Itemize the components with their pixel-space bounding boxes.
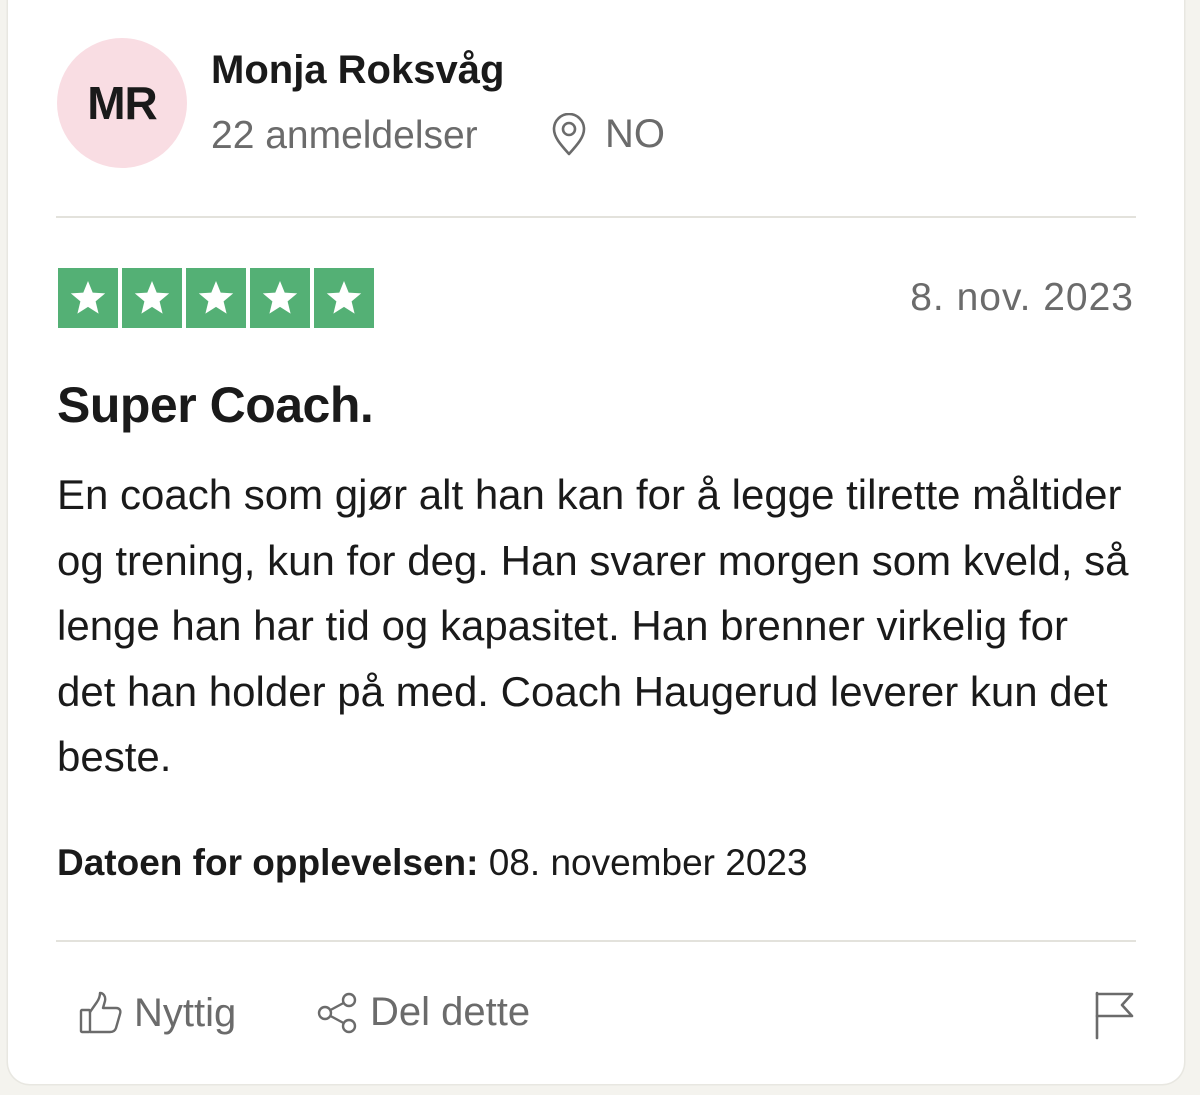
reviewer-review-count: 22 anmeldelser (211, 114, 478, 157)
star-rating (58, 268, 374, 328)
star-icon (262, 281, 298, 314)
review-card: MR Monja Roksvåg 22 anmeldelser NO 8. no… (8, 0, 1184, 1084)
share-label: Del dette (370, 990, 531, 1034)
useful-button[interactable]: Nyttig (78, 990, 236, 1036)
review-date: 8. nov. 2023 (910, 276, 1134, 319)
star-1 (58, 268, 118, 328)
avatar-initials: MR (87, 77, 158, 129)
reviewer-location: NO (551, 112, 665, 157)
star-2 (122, 268, 182, 328)
share-button[interactable]: Del dette (316, 990, 530, 1035)
share-icon (316, 991, 360, 1035)
star-icon (326, 281, 362, 314)
experience-date: Datoen for opplevelsen: 08. november 202… (57, 842, 808, 884)
location-pin-icon (551, 112, 587, 157)
report-button[interactable] (1092, 990, 1136, 1040)
reviewer-name[interactable]: Monja Roksvåg (211, 48, 504, 93)
experience-date-value: 08. november 2023 (488, 842, 808, 883)
review-body: En coach som gjør alt han kan for å legg… (57, 471, 1129, 780)
flag-icon (1092, 990, 1136, 1040)
star-icon (70, 281, 106, 314)
star-4 (250, 268, 310, 328)
reviewer-country: NO (605, 112, 665, 156)
star-icon (134, 281, 170, 314)
review-title: Super Coach. (57, 377, 374, 433)
useful-label: Nyttig (134, 990, 237, 1035)
footer-divider (56, 940, 1136, 942)
avatar[interactable]: MR (57, 38, 187, 168)
star-3 (186, 268, 246, 328)
experience-date-label: Datoen for opplevelsen: (57, 842, 479, 883)
thumbs-up-icon (78, 990, 124, 1036)
star-icon (198, 281, 234, 314)
header-divider (56, 216, 1136, 218)
star-5 (314, 268, 374, 328)
